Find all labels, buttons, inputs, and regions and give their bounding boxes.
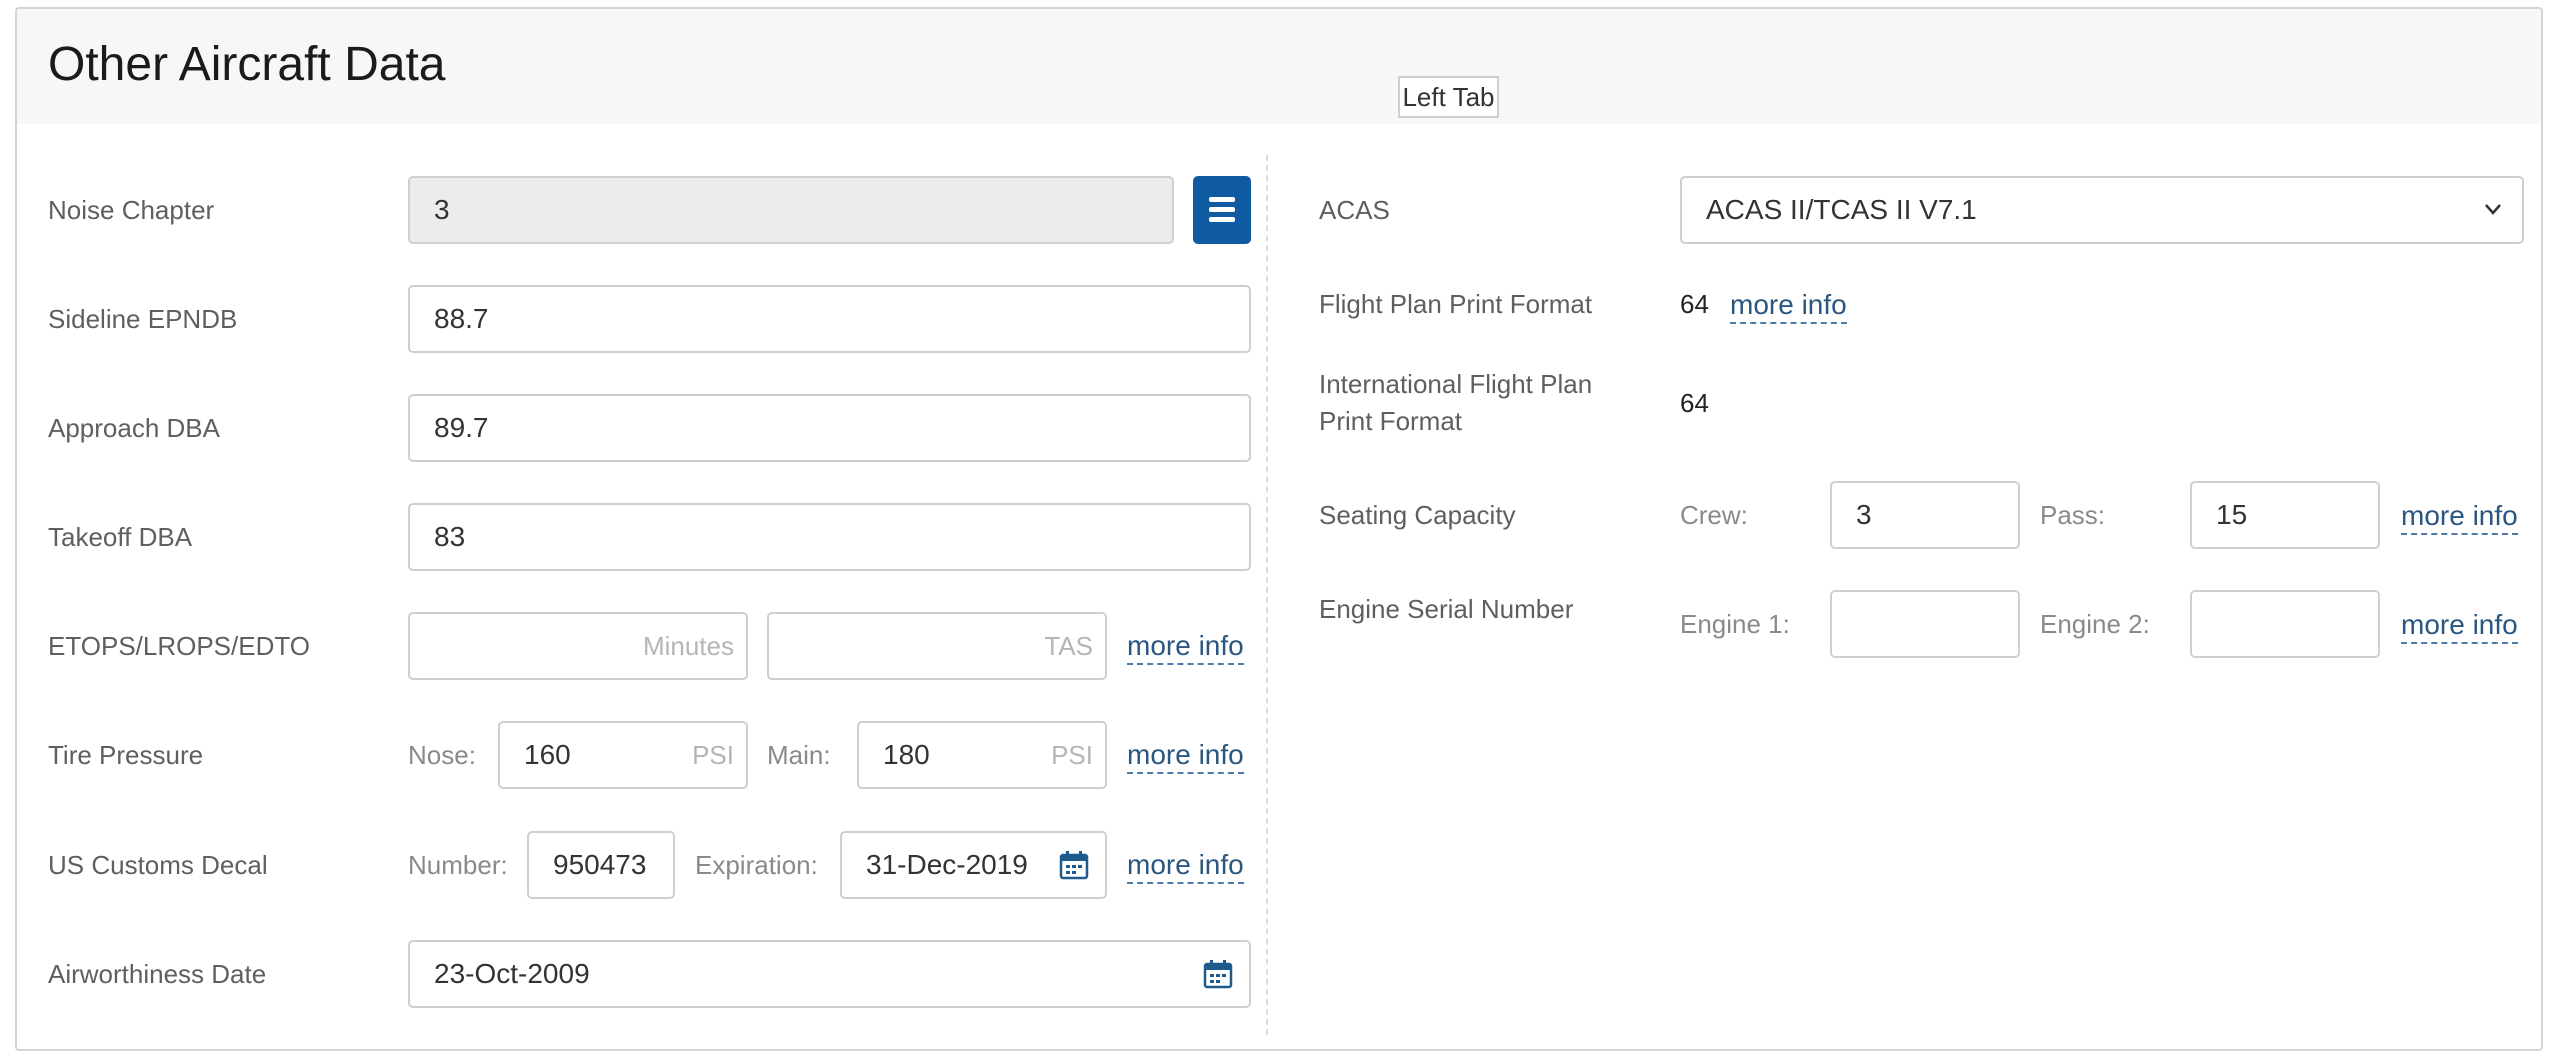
panel-header: Other Aircraft Data xyxy=(17,9,2541,124)
customs-number-value: 950473 xyxy=(553,849,647,880)
intl-flight-plan-value: 64 xyxy=(1680,388,1709,418)
engine-serial-number-label: Engine Serial Number xyxy=(1319,594,1574,624)
tire-more-info-link[interactable]: more info xyxy=(1127,738,1244,774)
tire-nose-value: 160 xyxy=(524,739,571,770)
pass-label: Pass: xyxy=(2040,500,2106,530)
chevron-down-icon xyxy=(2485,204,2501,215)
sideline-epndb-label: Sideline EPNDB xyxy=(48,304,238,334)
customs-expiration-input[interactable]: 31-Dec-2019 xyxy=(840,831,1107,899)
etops-label: ETOPS/LROPS/EDTO xyxy=(48,631,311,661)
takeoff-dba-value: 83 xyxy=(434,521,466,552)
noise-chapter-menu-button[interactable] xyxy=(1193,176,1251,244)
main-label: Main: xyxy=(767,740,831,770)
approach-dba-label: Approach DBA xyxy=(48,413,220,443)
etops-tas-input[interactable]: TAS xyxy=(767,612,1107,680)
column-divider xyxy=(1266,155,1268,1035)
engine1-label: Engine 1: xyxy=(1680,609,1790,639)
acas-select[interactable]: ACAS II/TCAS II V7.1 xyxy=(1680,176,2524,244)
intl-flight-plan-label-line1: International Flight Plan xyxy=(1319,369,1593,399)
minutes-placeholder: Minutes xyxy=(642,631,734,661)
noise-chapter-field: 3 xyxy=(408,176,1174,244)
page-title: Other Aircraft Data xyxy=(48,38,446,91)
takeoff-dba-input[interactable]: 83 xyxy=(408,503,1251,571)
other-aircraft-data-panel: Other Aircraft Data xyxy=(15,7,2543,1051)
tire-main-value: 180 xyxy=(883,739,930,770)
calendar-icon[interactable] xyxy=(1059,850,1089,880)
approach-dba-input[interactable]: 89.7 xyxy=(408,394,1251,462)
takeoff-dba-label: Takeoff DBA xyxy=(48,522,193,552)
airworthiness-date-input[interactable]: 23-Oct-2009 xyxy=(408,940,1251,1008)
tire-pressure-label: Tire Pressure xyxy=(48,740,204,770)
acas-label: ACAS xyxy=(1319,195,1390,225)
customs-number-input[interactable]: 950473 xyxy=(527,831,675,899)
crew-value: 3 xyxy=(1856,499,1872,530)
sideline-epndb-value: 88.7 xyxy=(434,303,489,334)
intl-flight-plan-label-line2: Print Format xyxy=(1319,406,1463,436)
flight-plan-print-format-label: Flight Plan Print Format xyxy=(1319,289,1593,319)
noise-chapter-label: Noise Chapter xyxy=(48,195,215,225)
number-label: Number: xyxy=(408,850,508,880)
etops-more-info-link[interactable]: more info xyxy=(1127,629,1244,665)
left-tab-tooltip: Left Tab xyxy=(1398,76,1499,118)
engine2-label: Engine 2: xyxy=(2040,609,2150,639)
nose-label: Nose: xyxy=(408,740,476,770)
noise-chapter-value: 3 xyxy=(434,194,450,225)
expiration-label: Expiration: xyxy=(695,850,818,880)
seating-capacity-label: Seating Capacity xyxy=(1319,500,1516,530)
hamburger-icon-line xyxy=(1209,207,1235,212)
crew-label: Crew: xyxy=(1680,500,1748,530)
engine1-serial-input[interactable] xyxy=(1830,590,2020,658)
customs-expiration-value: 31-Dec-2019 xyxy=(866,849,1028,880)
hamburger-icon xyxy=(1209,197,1235,202)
acas-selected-value: ACAS II/TCAS II V7.1 xyxy=(1706,194,1977,225)
hamburger-icon-line xyxy=(1209,217,1235,222)
customs-more-info-link[interactable]: more info xyxy=(1127,848,1244,884)
approach-dba-value: 89.7 xyxy=(434,412,489,443)
psi-unit: PSI xyxy=(692,740,734,770)
flight-plan-more-info-link[interactable]: more info xyxy=(1730,288,1847,324)
etops-minutes-input[interactable]: Minutes xyxy=(408,612,748,680)
tire-main-input[interactable]: 180 PSI xyxy=(857,721,1107,789)
airworthiness-date-label: Airworthiness Date xyxy=(48,959,267,989)
psi-unit: PSI xyxy=(1051,740,1093,770)
us-customs-decal-label: US Customs Decal xyxy=(48,850,268,880)
crew-input[interactable]: 3 xyxy=(1830,481,2020,549)
engine-serial-more-info-link[interactable]: more info xyxy=(2401,608,2518,644)
pass-input[interactable]: 15 xyxy=(2190,481,2380,549)
flight-plan-print-format-value: 64 xyxy=(1680,289,1709,319)
engine2-serial-input[interactable] xyxy=(2190,590,2380,658)
pass-value: 15 xyxy=(2216,499,2248,530)
seating-more-info-link[interactable]: more info xyxy=(2401,499,2518,535)
calendar-icon[interactable] xyxy=(1203,959,1233,989)
tire-nose-input[interactable]: 160 PSI xyxy=(498,721,748,789)
tas-placeholder: TAS xyxy=(1044,631,1093,661)
sideline-epndb-input[interactable]: 88.7 xyxy=(408,285,1251,353)
airworthiness-date-value: 23-Oct-2009 xyxy=(434,958,590,989)
